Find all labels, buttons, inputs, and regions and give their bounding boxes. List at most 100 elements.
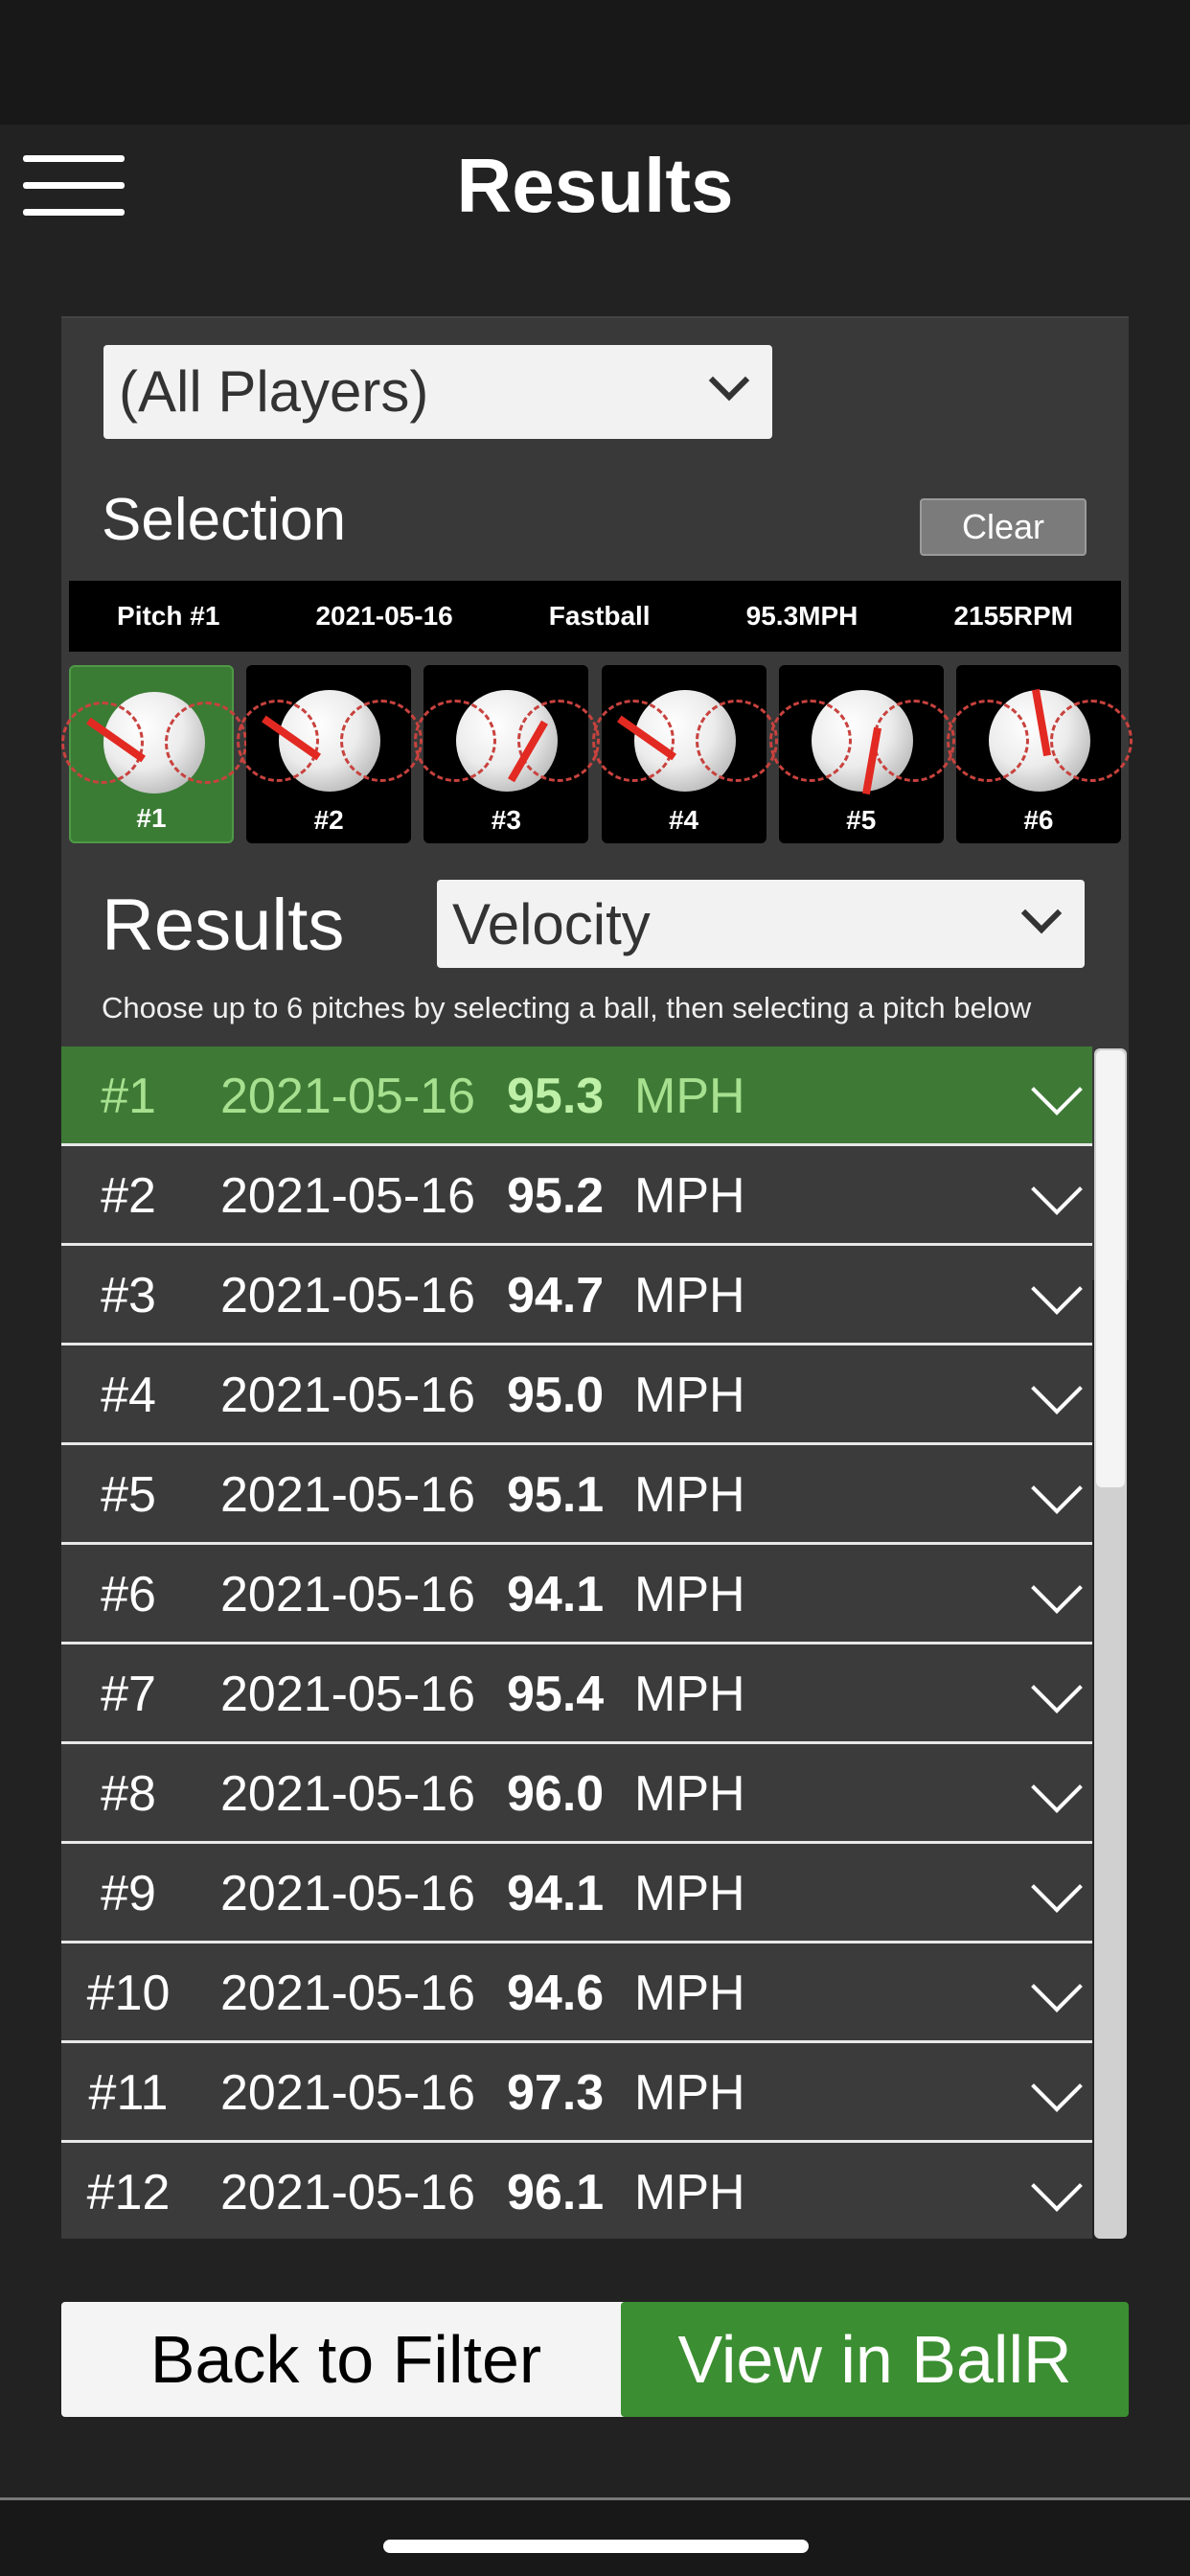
row-number: #11 (88, 2065, 169, 2121)
result-row[interactable]: #10 2021-05-16 94.6 MPH (61, 1944, 1092, 2043)
row-number: #7 (101, 1667, 156, 1722)
baseball-icon (768, 690, 955, 795)
header: Results (0, 125, 1190, 249)
page-title: Results (456, 143, 734, 228)
result-row[interactable]: #8 2021-05-16 96.0 MPH (61, 1744, 1092, 1844)
chevron-down-icon[interactable] (1031, 1064, 1083, 1116)
chevron-down-icon (708, 359, 750, 402)
scrollbar-thumb[interactable] (1096, 1050, 1125, 1487)
ball-slot-4[interactable]: #4 (591, 665, 778, 843)
row-unit: MPH (634, 1368, 745, 1423)
row-unit: MPH (634, 1966, 745, 2021)
chevron-down-icon[interactable] (1031, 1761, 1083, 1813)
row-date: 2021-05-16 (220, 1268, 475, 1323)
row-number: #12 (86, 2165, 171, 2220)
result-row[interactable]: #1 2021-05-16 95.3 MPH (61, 1046, 1092, 1146)
row-value: 95.3 (507, 1069, 605, 1124)
result-row[interactable]: #9 2021-05-16 94.1 MPH (61, 1844, 1092, 1944)
row-unit: MPH (634, 1667, 745, 1722)
baseball-icon (946, 688, 1133, 792)
row-date: 2021-05-16 (220, 1866, 475, 1921)
row-date: 2021-05-16 (220, 1766, 475, 1822)
metric-select-value: Velocity (452, 892, 651, 956)
row-unit: MPH (634, 2165, 745, 2220)
row-value: 94.1 (507, 1866, 605, 1921)
row-unit: MPH (634, 1268, 745, 1323)
chevron-down-icon[interactable] (1031, 1662, 1083, 1714)
row-number: #6 (101, 1567, 156, 1622)
result-row[interactable]: #5 2021-05-16 95.1 MPH (61, 1445, 1092, 1545)
row-date: 2021-05-16 (220, 1368, 475, 1423)
row-value: 94.7 (507, 1268, 605, 1323)
result-row[interactable]: #2 2021-05-16 95.2 MPH (61, 1146, 1092, 1246)
ball-slot-label: #1 (136, 803, 167, 833)
result-row[interactable]: #4 2021-05-16 95.0 MPH (61, 1346, 1092, 1445)
row-unit: MPH (634, 1766, 745, 1822)
chevron-down-icon[interactable] (1031, 1263, 1083, 1315)
result-row[interactable]: #3 2021-05-16 94.7 MPH (61, 1246, 1092, 1346)
ball-slot-2[interactable]: #2 (237, 665, 423, 843)
ball-slot-label: #3 (491, 805, 521, 835)
baseball-icon (61, 692, 247, 794)
view-in-ballr-button[interactable]: View in BallR (621, 2302, 1129, 2417)
baseball-icon (237, 690, 423, 792)
ball-slot-row: #1 #2 #3 #4 #5 #6 (61, 665, 1133, 843)
chevron-down-icon[interactable] (1031, 2060, 1083, 2112)
status-bar (0, 0, 1190, 125)
results-list[interactable]: #1 2021-05-16 95.3 MPH #2 2021-05-16 95.… (61, 1046, 1092, 2239)
player-select-value: (All Players) (119, 359, 429, 424)
row-date: 2021-05-16 (220, 1168, 475, 1224)
player-select[interactable]: (All Players) (103, 345, 772, 439)
chevron-down-icon (1020, 892, 1063, 934)
result-row[interactable]: #12 2021-05-16 96.1 MPH (61, 2143, 1092, 2239)
ball-slot-1[interactable]: #1 (61, 665, 247, 843)
chevron-down-icon[interactable] (1031, 1562, 1083, 1614)
chevron-down-icon[interactable] (1031, 1961, 1083, 2012)
row-value: 94.6 (507, 1966, 605, 2021)
metric-select[interactable]: Velocity (437, 880, 1085, 968)
row-unit: MPH (634, 1168, 745, 1224)
row-value: 95.2 (507, 1168, 605, 1224)
row-value: 95.1 (507, 1467, 605, 1523)
row-value: 96.0 (507, 1766, 605, 1822)
row-number: #2 (101, 1168, 156, 1224)
row-date: 2021-05-16 (220, 2165, 475, 2220)
result-row[interactable]: #6 2021-05-16 94.1 MPH (61, 1545, 1092, 1644)
chevron-down-icon[interactable] (1031, 1861, 1083, 1913)
row-number: #10 (86, 1966, 171, 2021)
selection-label: Selection (102, 487, 347, 553)
baseball-icon (591, 690, 778, 792)
row-value: 95.4 (507, 1667, 605, 1722)
row-date: 2021-05-16 (220, 1667, 475, 1722)
back-to-filter-button[interactable]: Back to Filter (61, 2302, 630, 2417)
info-spin: 2155RPM (953, 601, 1073, 631)
chevron-down-icon[interactable] (1031, 2160, 1083, 2212)
row-value: 97.3 (507, 2065, 605, 2121)
row-value: 95.0 (507, 1368, 605, 1423)
clear-button[interactable]: Clear (920, 498, 1087, 556)
result-row[interactable]: #11 2021-05-16 97.3 MPH (61, 2043, 1092, 2143)
info-pitch-type: Fastball (548, 601, 651, 631)
ball-slot-3[interactable]: #3 (414, 665, 601, 843)
result-row[interactable]: #7 2021-05-16 95.4 MPH (61, 1644, 1092, 1744)
selected-pitch-info-bar: Pitch #1 2021-05-16 Fastball 95.3MPH 215… (69, 581, 1121, 652)
row-date: 2021-05-16 (220, 1966, 475, 2021)
home-indicator[interactable] (383, 2540, 809, 2553)
results-label: Results (102, 885, 345, 966)
ball-slot-label: #4 (668, 805, 699, 835)
ball-slot-6[interactable]: #6 (946, 665, 1133, 843)
ball-slot-label: #6 (1023, 805, 1054, 835)
row-number: #9 (101, 1866, 156, 1921)
row-number: #5 (101, 1467, 156, 1523)
chevron-down-icon[interactable] (1031, 1363, 1083, 1414)
info-speed: 95.3MPH (745, 601, 858, 631)
chevron-down-icon[interactable] (1031, 1462, 1083, 1514)
row-date: 2021-05-16 (220, 2065, 475, 2121)
row-unit: MPH (634, 2065, 745, 2121)
row-date: 2021-05-16 (220, 1467, 475, 1523)
results-scrollbar[interactable] (1094, 1048, 1127, 2239)
row-unit: MPH (634, 1567, 745, 1622)
ball-slot-5[interactable]: #5 (768, 665, 955, 843)
chevron-down-icon[interactable] (1031, 1163, 1083, 1215)
row-number: #1 (101, 1069, 156, 1124)
